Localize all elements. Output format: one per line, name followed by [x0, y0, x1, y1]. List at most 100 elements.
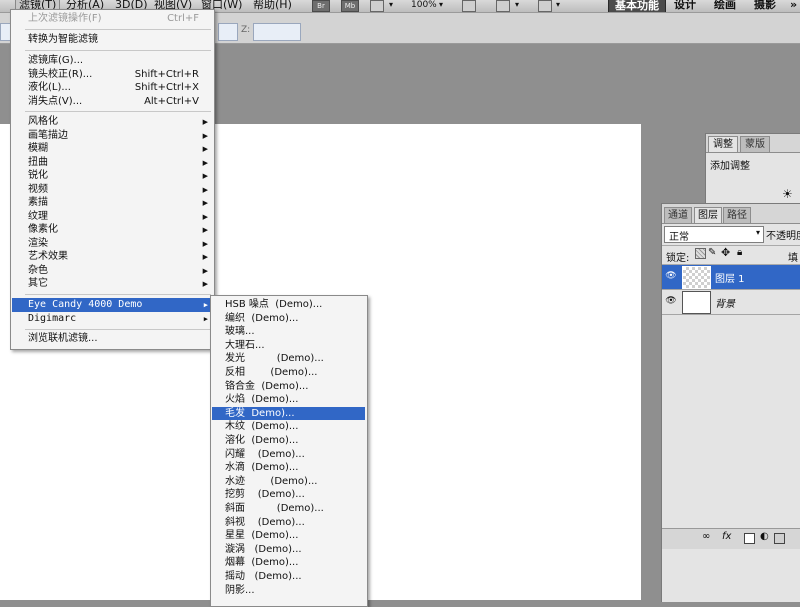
submenu-item[interactable]: 挖剪 (Demo)... — [212, 488, 365, 502]
menu-item-pixelate[interactable]: 像素化 ▶ — [12, 223, 213, 237]
menu-item-blur[interactable]: 模糊 ▶ — [12, 142, 213, 156]
blend-mode-dropdown-icon: ▾ — [755, 228, 760, 237]
submenu-arrow-icon: ▶ — [203, 315, 208, 323]
menu-item-smart-filter[interactable]: 转换为智能滤镜 — [12, 33, 213, 47]
new-group-icon[interactable] — [774, 533, 785, 544]
submenu-item[interactable]: 星星 (Demo)... — [212, 529, 365, 543]
dropdown-arrow-icon[interactable]: ▾ — [386, 0, 396, 12]
eye-icon[interactable]: 👁︎ — [665, 295, 677, 307]
layers-footer: ∞ fx ◐ — [662, 528, 800, 549]
submenu-item[interactable]: 水滴 (Demo)... — [212, 461, 365, 475]
adjustments-panel: 调整 蒙版 添加调整 ☀ — [705, 133, 800, 205]
submenu-arrow-icon: ▶ — [202, 280, 208, 288]
submenu-item[interactable]: 毛发 Demo)... — [212, 406, 365, 421]
tab-adjustments[interactable]: 调整 — [708, 136, 738, 153]
menu-item-label: 扭曲 — [28, 156, 48, 168]
workspace-photography[interactable]: 摄影 — [748, 0, 782, 12]
adjustment-layer-icon[interactable]: ◐ — [760, 531, 769, 542]
bridge-icon[interactable]: Br — [312, 0, 330, 12]
eye-icon[interactable]: 👁︎ — [665, 270, 677, 282]
workspace-painting[interactable]: 绘画 — [708, 0, 742, 12]
arrange-dropdown-icon[interactable]: ▾ — [512, 0, 522, 12]
arrange-documents-icon[interactable] — [496, 0, 510, 12]
submenu-item[interactable]: 发光 (Demo)... — [212, 352, 365, 366]
menu-item-sketch[interactable]: 素描 ▶ — [12, 196, 213, 210]
submenu-item[interactable]: 斜视 (Demo)... — [212, 516, 365, 530]
tab-channels[interactable]: 通道 — [664, 207, 692, 224]
layers-panel: 通道 图层 路径 正常 ▾ 不透明度 锁定: ✎ ✥ 🔒︎ 填充 👁︎ 图层 1… — [661, 203, 800, 602]
blend-mode-select[interactable]: 正常 ▾ — [664, 226, 764, 243]
screen-mode-dropdown-icon[interactable]: ▾ — [553, 0, 563, 12]
menu-item-label: 画笔描边 — [28, 129, 68, 141]
menu-separator — [25, 50, 211, 51]
submenu-item[interactable]: 大理石... — [212, 339, 365, 353]
menu-item-shortcut: Alt+Ctrl+V — [144, 95, 199, 107]
submenu-item[interactable]: 火焰 (Demo)... — [212, 393, 365, 407]
layer-mask-icon[interactable] — [744, 533, 755, 544]
menu-item-distort[interactable]: 扭曲 ▶ — [12, 156, 213, 170]
menu-item-noise[interactable]: 杂色 ▶ — [12, 264, 213, 278]
submenu-arrow-icon: ▶ — [202, 131, 208, 140]
grid-icon[interactable] — [462, 0, 476, 12]
menu-item-sharpen[interactable]: 锐化 ▶ — [12, 169, 213, 183]
menu-item-vanishing-point[interactable]: 消失点(V)... Alt+Ctrl+V — [12, 95, 213, 109]
screen-mode-icon[interactable] — [538, 0, 552, 12]
menu-item-video[interactable]: 视频 ▶ — [12, 183, 213, 197]
menu-item-liquify[interactable]: 液化(L)... Shift+Ctrl+X — [12, 81, 213, 95]
submenu-item[interactable]: HSB 噪点 (Demo)... — [212, 298, 365, 312]
menu-item-digimarc[interactable]: Digimarc ▶ — [12, 312, 213, 326]
workspace-essentials[interactable]: 基本功能 — [608, 0, 666, 12]
view-extras-icon[interactable] — [370, 0, 384, 12]
mini-bridge-icon[interactable]: Mb — [341, 0, 359, 12]
menu-item-stylize[interactable]: 风格化 ▶ — [12, 115, 213, 129]
menu-item-texture[interactable]: 纹理 ▶ — [12, 210, 213, 224]
menu-help[interactable]: 帮助(H) — [250, 0, 295, 12]
lock-transparent-icon[interactable] — [695, 248, 706, 259]
menu-item-artistic[interactable]: 艺术效果 ▶ — [12, 250, 213, 264]
lock-all-icon[interactable]: 🔒︎ — [737, 247, 742, 258]
link-layers-icon[interactable]: ∞ — [702, 531, 710, 542]
submenu-item[interactable]: 铬合金 (Demo)... — [212, 380, 365, 394]
submenu-item[interactable]: 溶化 (Demo)... — [212, 434, 365, 448]
layer-row-background[interactable]: 👁︎ 背景 — [662, 290, 800, 315]
more-workspaces-icon[interactable]: » — [784, 0, 800, 12]
menu-separator — [25, 29, 211, 30]
divider — [662, 245, 800, 246]
tab-layers[interactable]: 图层 — [694, 207, 722, 224]
lock-image-icon[interactable]: ✎ — [708, 247, 716, 258]
option-field-y[interactable] — [218, 23, 238, 41]
layer-style-icon[interactable]: fx — [722, 531, 731, 542]
submenu-item[interactable]: 阴影... — [212, 584, 365, 598]
adjustment-preset-icon[interactable]: ☀ — [782, 187, 793, 201]
workspace-design[interactable]: 设计 — [668, 0, 702, 12]
menu-item-browse-online[interactable]: 浏览联机滤镜... — [12, 332, 213, 346]
lock-position-icon[interactable]: ✥ — [721, 246, 730, 259]
menu-item-brush-strokes[interactable]: 画笔描边 ▶ — [12, 129, 213, 143]
submenu-arrow-icon: ▶ — [202, 185, 208, 194]
submenu-item[interactable]: 编织 (Demo)... — [212, 312, 365, 326]
submenu-item[interactable]: 烟幕 (Demo)... — [212, 556, 365, 570]
submenu-item[interactable]: 闪耀 (Demo)... — [212, 448, 365, 462]
tab-paths[interactable]: 路径 — [723, 207, 751, 224]
layer-row-layer1[interactable]: 👁︎ 图层 1 — [662, 265, 800, 290]
menu-item-label: 艺术效果 — [28, 251, 68, 262]
zoom-level[interactable]: 100% — [408, 0, 440, 12]
zoom-dropdown-icon[interactable]: ▾ — [436, 0, 446, 12]
submenu-item[interactable]: 木纹 (Demo)... — [212, 420, 365, 434]
submenu-item[interactable]: 漩涡 (Demo)... — [212, 543, 365, 557]
submenu-item[interactable]: 摇动 (Demo)... — [212, 570, 365, 584]
submenu-item[interactable]: 反相 (Demo)... — [212, 366, 365, 380]
lock-label: 锁定: — [666, 253, 690, 264]
tab-masks[interactable]: 蒙版 — [740, 136, 770, 153]
menu-item-last-filter[interactable]: 上次滤镜操作(F) Ctrl+F — [12, 12, 213, 26]
menu-item-lens-correction[interactable]: 镜头校正(R)... Shift+Ctrl+R — [12, 68, 213, 82]
submenu-item[interactable]: 水迹 (Demo)... — [212, 475, 365, 489]
submenu-item[interactable]: 玻璃... — [212, 325, 365, 339]
menu-item-label: Digimarc — [28, 313, 77, 324]
menu-item-eye-candy[interactable]: Eye Candy 4000 Demo ▶ — [12, 298, 213, 312]
submenu-item[interactable]: 斜面 (Demo)... — [212, 502, 365, 516]
option-field-z[interactable] — [253, 23, 301, 41]
menu-item-render[interactable]: 渲染 ▶ — [12, 237, 213, 251]
menu-item-other[interactable]: 其它 ▶ — [12, 277, 213, 291]
menu-item-filter-gallery[interactable]: 滤镜库(G)... — [12, 54, 213, 68]
